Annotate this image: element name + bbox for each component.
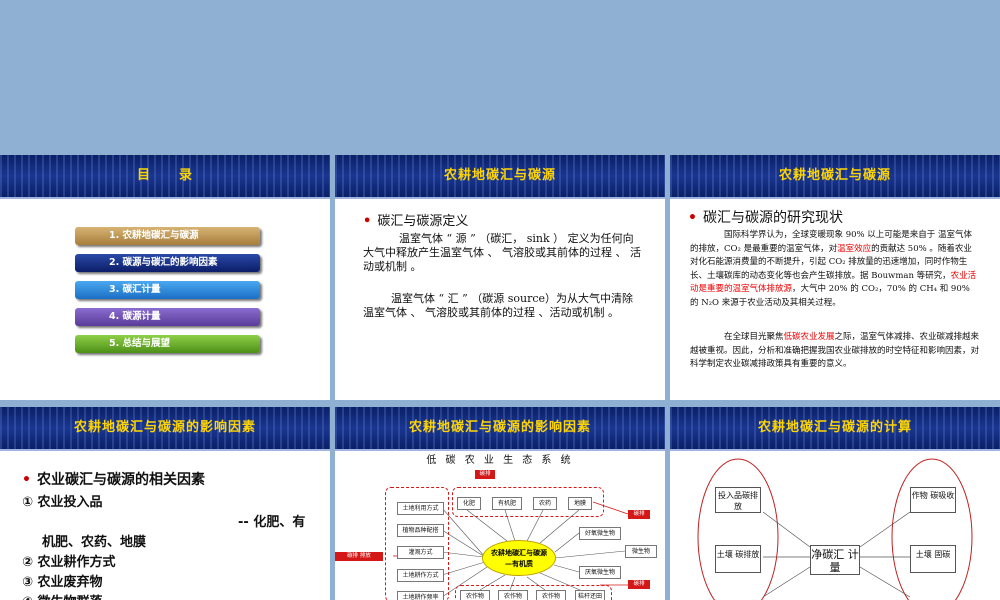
slide-definition[interactable]: 农耕地碳汇与碳源 • 碳汇与碳源定义 温室气体 “ 源 ” （碳汇， sink ）… (335, 155, 665, 400)
soil-emission-box: 土壤 碳排放 (715, 545, 761, 573)
input-emission-box: 投入品碳排放 (715, 487, 761, 513)
bottom-box-4: 秸秆还田 (575, 590, 605, 600)
factor-1: ① 农业投入品 (22, 495, 103, 510)
factor-2: ② 农业耕作方式 (22, 555, 116, 570)
top-box-2: 有机肥 (492, 497, 522, 510)
bottom-box-2: 农作物 (498, 590, 528, 600)
top-box-3: 农药 (533, 497, 557, 510)
factor-1-detail: -- 化肥、有 (238, 515, 306, 530)
toc-item-2[interactable]: 2. 碳源与碳汇的影响因素 (75, 254, 260, 272)
slide-research-status[interactable]: 农耕地碳汇与碳源 • 碳汇与碳源的研究现状 国际科学界认为，全球变暖现象 90% … (670, 155, 1000, 400)
left-box-2: 植物品种配搭 (397, 524, 444, 537)
factor-4: ④ 微生物群落 (22, 591, 103, 600)
status-paragraph-2: 在全球目光聚焦低碳农业发展之际，温室气体减排、农业碳减排越来越被重视。因此，分析… (690, 332, 980, 369)
definition-sink: 温室气体 “ 汇 ” （碳源 source）为从大气中清除温室气体 、 气溶胶或… (363, 292, 634, 319)
bullet: • 农业碳汇与碳源的相关因素 (22, 472, 205, 488)
bullet: • 碳汇与碳源的研究现状 (688, 210, 843, 226)
top-box-4: 地膜 (568, 497, 592, 510)
bottom-box-1: 农作物 (460, 590, 490, 600)
slide-factors[interactable]: 农耕地碳汇与碳源的影响因素 • 农业碳汇与碳源的相关因素 ① 农业投入品 -- 化… (0, 407, 330, 600)
slide-header: 农耕地碳汇与碳源的影响因素 (0, 407, 330, 451)
slide-toc[interactable]: 目 录 1. 农耕地碳汇与碳源 2. 碳源与碳汇的影响因素 3. 碳汇计量 4.… (0, 155, 330, 400)
red-label-1: 碳排 (475, 470, 495, 479)
factor-3: ③ 农业废弃物 (22, 575, 103, 590)
center-node: 农耕地碳汇与碳源 —有机质 (482, 540, 556, 576)
slide-header: 农耕地碳汇与碳源 (335, 155, 665, 199)
red-label-4: 碳排 排放 (335, 552, 383, 561)
net-carbon-sink-box: 净碳汇 计量 (810, 545, 860, 575)
right-box-3: 厌氧微生物 (579, 566, 621, 579)
soil-sequestration-box: 土壤 固碳 (910, 545, 956, 573)
toc-item-3[interactable]: 3. 碳汇计量 (75, 281, 260, 299)
left-box-5: 土地耕作频率 (397, 591, 444, 600)
left-box-4: 土地耕作方式 (397, 569, 444, 582)
left-box-1: 土地利用方式 (397, 502, 444, 515)
left-box-3: 灌溉方式 (397, 546, 444, 559)
slide-ecosystem-diagram[interactable]: 农耕地碳汇与碳源的影响因素 低 碳 农 业 生 态 系 统 土地利用方式 植物品… (335, 407, 665, 600)
factor-1-detail-cont: 机肥、农药、地膜 (42, 535, 147, 550)
red-label-3: 碳排 (628, 580, 650, 589)
right-box-2: 微生物 (625, 545, 657, 558)
crop-absorption-box: 作物 碳吸收 (910, 487, 956, 513)
bottom-box-3: 农作物 (536, 590, 566, 600)
status-paragraph-1: 国际科学界认为，全球变暖现象 90% 以上可能是来自于 温室气体的排放，CO₂ … (690, 230, 977, 308)
toc-item-5[interactable]: 5. 总结与展望 (75, 335, 260, 353)
toc-item-1[interactable]: 1. 农耕地碳汇与碳源 (75, 227, 260, 245)
right-box-1: 好氧微生物 (579, 527, 621, 540)
red-label-2: 碳排 (628, 510, 650, 519)
bullet: • 碳汇与碳源定义 (363, 214, 469, 229)
slide-header: 农耕地碳汇与碳源 (670, 155, 1000, 199)
slide-header: 目 录 (0, 155, 330, 199)
toc-item-4[interactable]: 4. 碳源计量 (75, 308, 260, 326)
definition-source: 温室气体 “ 源 ” （碳汇， sink ） 定义为任何向大气中释放产生温室气体… (363, 232, 641, 273)
slide-calculation[interactable]: 农耕地碳汇与碳源的计算 投入品碳排放 作物 碳吸收 土壤 碳排放 土壤 固碳 净… (670, 407, 1000, 600)
top-box-1: 化肥 (457, 497, 481, 510)
